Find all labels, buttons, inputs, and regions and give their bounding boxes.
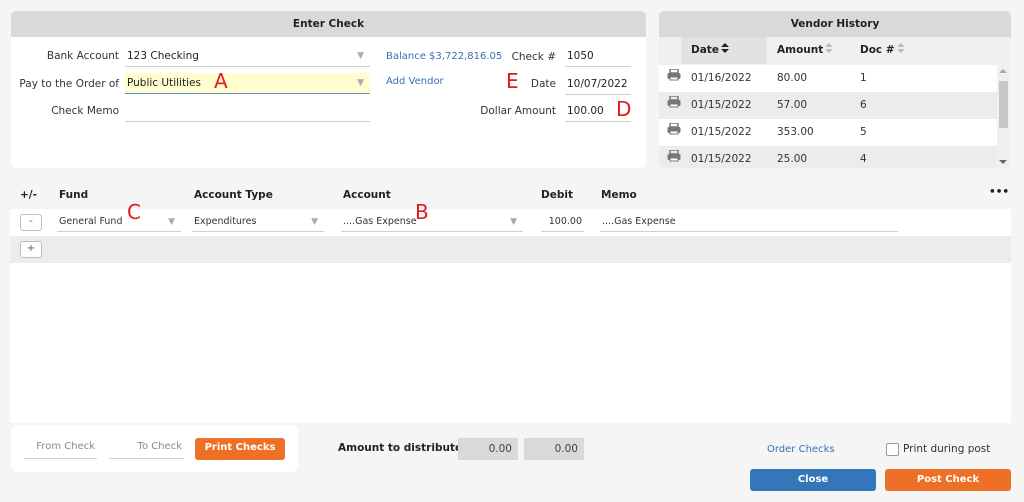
vendor-history-row[interactable]: 01/16/2022 80.00 1 (659, 65, 997, 92)
column-header-fund: Fund (59, 189, 89, 201)
fund-value: General Fund (59, 216, 123, 227)
chevron-down-icon: ▼ (311, 217, 318, 227)
vendor-history-title: Vendor History (659, 11, 1011, 37)
print-during-post-checkbox[interactable] (886, 443, 899, 456)
pay-to-select[interactable]: Public Utilities ▼ (125, 73, 370, 94)
to-check-input[interactable]: To Check (109, 437, 184, 459)
chevron-down-icon: ▼ (168, 217, 175, 227)
order-checks-link[interactable]: Order Checks (767, 444, 835, 455)
annotation-b: B (415, 200, 429, 224)
column-header-amount[interactable]: Amount (777, 37, 834, 64)
amount-to-distribute-label: Amount to distribute (338, 442, 463, 454)
pay-to-label: Pay to the Order of (19, 78, 119, 90)
distribution-table: - General Fund ▼ C Expenditures ▼ ....Ga… (10, 200, 1011, 423)
row-doc: 1 (860, 72, 867, 84)
dollar-amount-label: Dollar Amount (480, 105, 556, 117)
bank-account-select[interactable]: 123 Checking ▼ (125, 46, 370, 67)
column-date-label: Date (691, 44, 719, 56)
date-label: Date (530, 78, 556, 90)
chevron-down-icon: ▼ (357, 51, 364, 61)
printer-icon[interactable] (667, 92, 681, 119)
row-doc: 6 (860, 99, 867, 111)
bank-account-value: 123 Checking (127, 50, 199, 62)
row-amount: 80.00 (777, 72, 808, 84)
from-check-input[interactable]: From Check (24, 437, 97, 459)
column-header-date[interactable]: Date (691, 37, 730, 64)
print-checks-panel: From Check To Check Print Checks (11, 425, 298, 472)
pay-to-value: Public Utilities (127, 77, 201, 89)
check-memo-input[interactable] (125, 101, 370, 122)
account-select[interactable]: ....Gas Expense ▼ (341, 212, 523, 232)
row-doc: 4 (860, 153, 867, 165)
chevron-down-icon: ▼ (510, 217, 517, 227)
debit-input[interactable]: 100.00 (541, 212, 584, 232)
column-header-debit: Debit (541, 189, 573, 201)
more-options-icon[interactable]: ••• (989, 186, 1009, 198)
vendor-history-row[interactable]: 01/15/2022 353.00 5 (659, 119, 997, 146)
check-number-input[interactable]: 1050 (565, 46, 631, 67)
printer-icon[interactable] (667, 146, 681, 168)
row-amount: 57.00 (777, 99, 808, 111)
account-type-select[interactable]: Expenditures ▼ (192, 212, 324, 232)
annotation-a: A (214, 69, 228, 93)
print-checks-button[interactable]: Print Checks (195, 438, 285, 460)
row-amount: 25.00 (777, 153, 808, 165)
annotation-d: D (616, 97, 632, 121)
print-during-post-label[interactable]: Print during post (903, 443, 990, 455)
printer-icon[interactable] (667, 65, 681, 92)
sort-icon (825, 43, 834, 54)
column-header-account: Account (343, 189, 391, 201)
add-row-button[interactable]: + (20, 241, 42, 258)
column-header-account-type: Account Type (194, 189, 273, 201)
scroll-up-icon[interactable] (999, 69, 1007, 73)
printer-icon[interactable] (667, 119, 681, 146)
account-value: ....Gas Expense (343, 216, 417, 227)
row-date: 01/15/2022 (691, 99, 752, 111)
scroll-down-icon[interactable] (999, 160, 1007, 164)
close-button[interactable]: Close (750, 469, 876, 491)
vendor-history-panel: Vendor History Date Amount Doc # 01/16/2… (659, 11, 1011, 168)
vendor-history-row[interactable]: 01/15/2022 25.00 4 (659, 146, 997, 168)
memo-input[interactable]: ....Gas Expense (600, 212, 898, 232)
column-doc-label: Doc # (860, 44, 895, 56)
bank-account-label: Bank Account (46, 50, 119, 62)
amount-to-distribute-value-2: 0.00 (524, 438, 584, 460)
vendor-history-scrollbar[interactable] (998, 65, 1009, 168)
row-amount: 353.00 (777, 126, 814, 138)
chevron-down-icon: ▼ (357, 78, 364, 88)
enter-check-title: Enter Check (11, 11, 646, 37)
check-number-label: Check # (511, 51, 556, 63)
fund-select[interactable]: General Fund ▼ (57, 212, 181, 232)
post-check-button[interactable]: Post Check (885, 469, 1011, 491)
check-memo-label: Check Memo (51, 105, 119, 117)
row-date: 01/15/2022 (691, 153, 752, 165)
vendor-history-row[interactable]: 01/15/2022 57.00 6 (659, 92, 997, 119)
column-header-plus-minus: +/- (20, 189, 37, 201)
amount-to-distribute-value-1: 0.00 (458, 438, 518, 460)
add-row-bar: + (10, 236, 1011, 263)
account-type-value: Expenditures (194, 216, 257, 227)
column-header-doc[interactable]: Doc # (860, 37, 906, 64)
sort-icon (896, 43, 906, 54)
row-date: 01/16/2022 (691, 72, 752, 84)
column-header-memo: Memo (601, 189, 637, 201)
scrollbar-thumb[interactable] (999, 81, 1008, 128)
sort-icon (720, 43, 730, 54)
add-vendor-link[interactable]: Add Vendor (386, 76, 444, 87)
date-input[interactable]: 10/07/2022 (565, 74, 631, 95)
remove-row-button[interactable]: - (20, 214, 42, 231)
column-amount-label: Amount (777, 44, 824, 56)
annotation-c: C (127, 200, 141, 224)
row-date: 01/15/2022 (691, 126, 752, 138)
enter-check-panel: Enter Check Bank Account 123 Checking ▼ … (11, 11, 646, 168)
row-doc: 5 (860, 126, 867, 138)
